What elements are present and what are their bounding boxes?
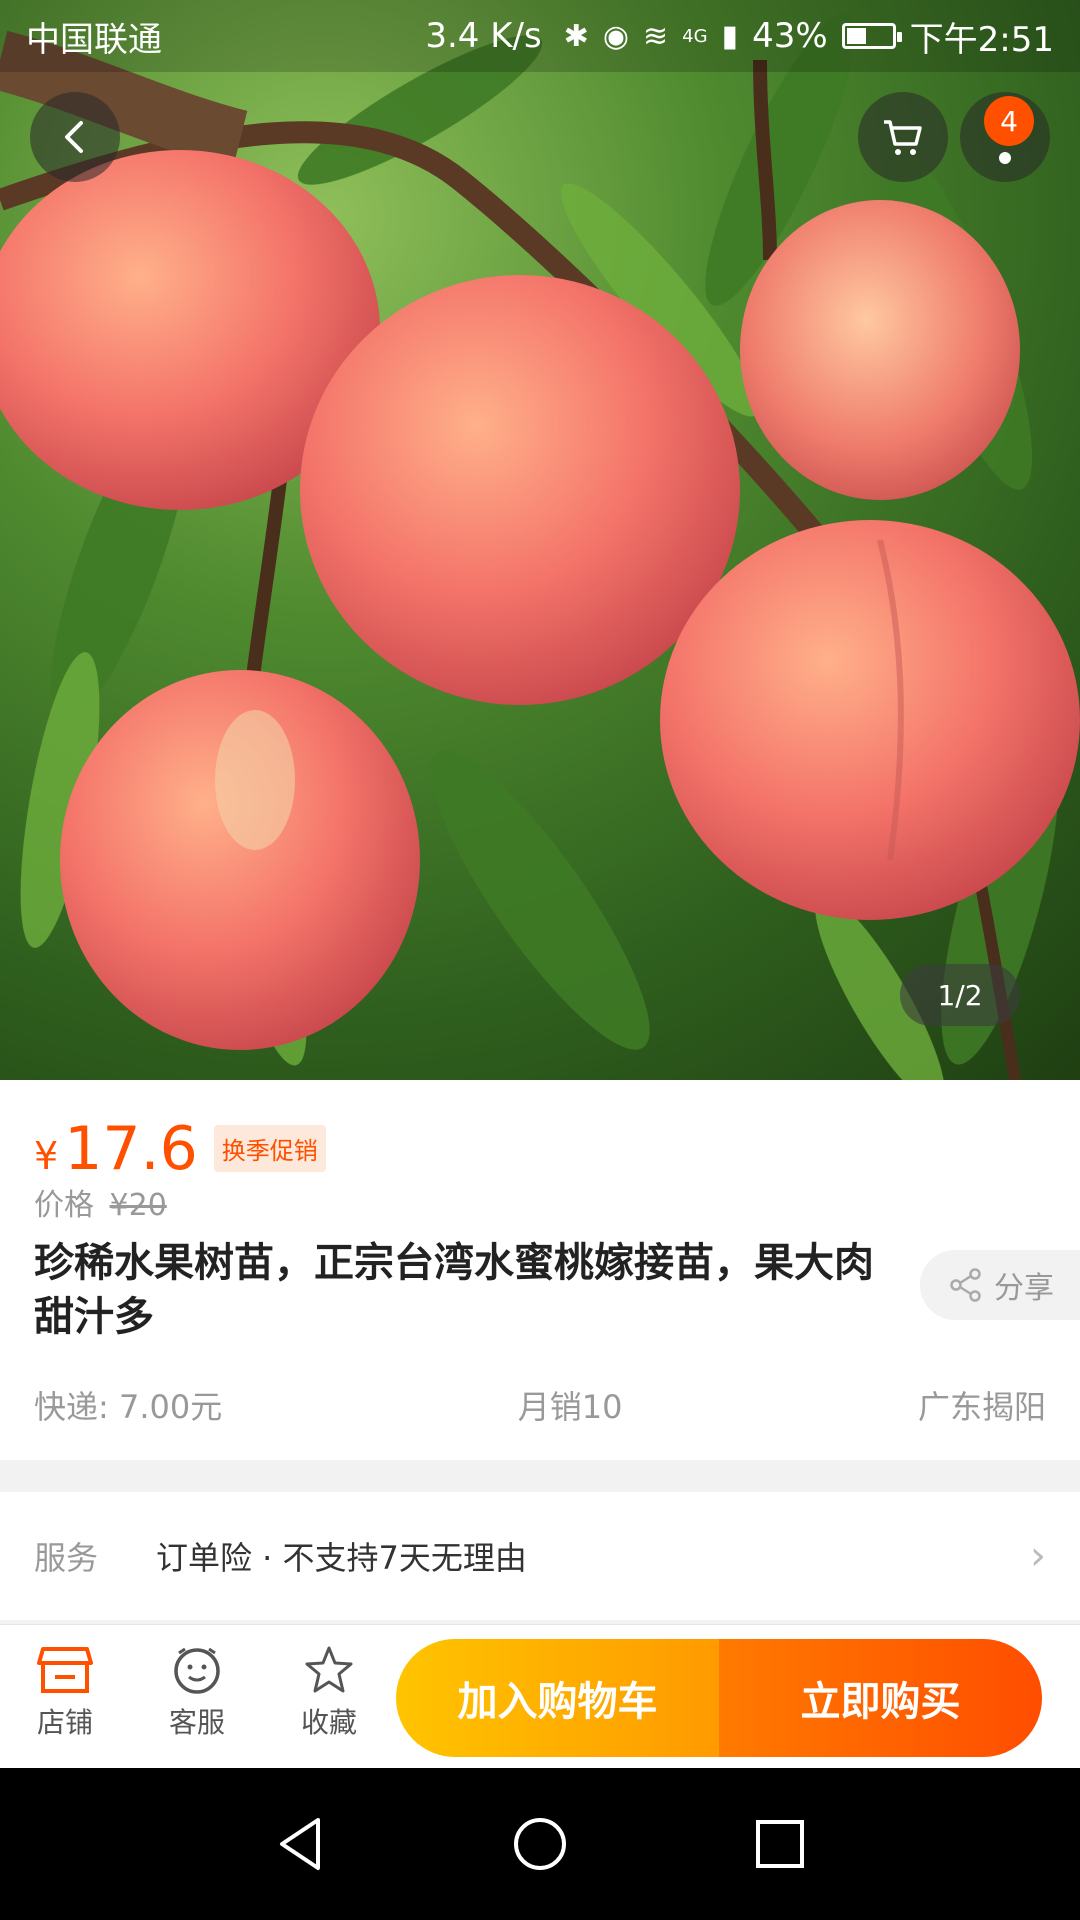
customer-service-label: 客服 [168,1706,225,1739]
share-label: 分享 [994,1271,1054,1306]
share-button[interactable]: 分享 [920,1250,1080,1320]
bluetooth-icon: ✱ [563,18,589,54]
net-speed: 3.4 K/s [425,16,542,56]
shipping-fee: 快递: 7.00元 [34,1388,223,1426]
currency-symbol: ¥ [34,1134,59,1178]
star-icon [305,1646,353,1693]
nav-recents-icon[interactable] [752,1814,808,1874]
meta-row: 快递: 7.00元 月销10 广东揭阳 [34,1382,1046,1428]
signal-icon: ▮ [721,18,739,54]
purchase-buttons: 加入购物车 立即购买 [396,1639,1042,1757]
current-price: 17.6 [64,1114,198,1184]
ship-from-location: 广东揭阳 [917,1388,1046,1426]
product-info-card: ¥ 17.6 换季促销 价格 ¥20 珍稀水果树苗，正宗台湾水蜜桃嫁接苗，果大肉… [0,1080,1080,1460]
nav-home-icon[interactable] [512,1814,568,1874]
customer-service-button[interactable]: 客服 [142,1645,252,1741]
battery-percent: 43% [752,16,828,56]
back-button[interactable] [30,92,120,182]
bottom-action-bar: 店铺 客服 收藏 加入购物车 立即购买 [0,1624,1080,1768]
add-to-cart-button[interactable]: 加入购物车 [396,1639,719,1757]
status-bar: 中国联通 3.4 K/s ✱ ◉ ≋ 4G ▮ 43% 下午2:51 [0,0,1080,72]
system-nav-bar [0,1768,1080,1920]
monthly-sales: 月销10 [517,1388,623,1426]
customer-service-icon [174,1647,220,1694]
chevron-left-icon [65,121,83,153]
share-icon [950,1268,981,1302]
wifi-icon: ≋ [643,18,669,54]
service-value: 订单险 · 不支持7天无理由 [156,1539,527,1577]
favorite-button[interactable]: 收藏 [274,1645,384,1741]
original-price-row: 价格 ¥20 [34,1180,167,1224]
product-title: 珍稀水果树苗，正宗台湾水蜜桃嫁接苗，果大肉甜汁多 [34,1240,874,1340]
store-icon [37,1647,93,1693]
original-price-label: 价格 [34,1188,94,1223]
service-label: 服务 [34,1539,99,1577]
eye-icon: ◉ [602,18,629,54]
cart-button[interactable] [858,92,948,182]
price-row: ¥ 17.6 换季促销 [34,1114,326,1184]
buy-now-button[interactable]: 立即购买 [719,1639,1042,1757]
favorite-label: 收藏 [300,1706,357,1739]
battery-icon [841,23,902,49]
service-row[interactable]: 服务 订单险 · 不支持7天无理由 › [0,1492,1080,1620]
chevron-right-icon: › [1030,1533,1046,1579]
cart-icon [884,120,922,155]
cart-count-badge: 4 [984,96,1034,146]
original-price: ¥20 [109,1188,167,1223]
image-page-indicator: 1/2 [900,964,1020,1026]
promo-tag: 换季促销 [213,1125,326,1172]
store-button[interactable]: 店铺 [10,1645,120,1741]
more-icon [999,152,1011,164]
carrier-name: 中国联通 [26,19,162,60]
network-type: 4G [682,25,708,47]
store-label: 店铺 [36,1706,93,1739]
clock: 下午2:51 [909,19,1054,60]
nav-back-icon[interactable] [272,1814,328,1874]
